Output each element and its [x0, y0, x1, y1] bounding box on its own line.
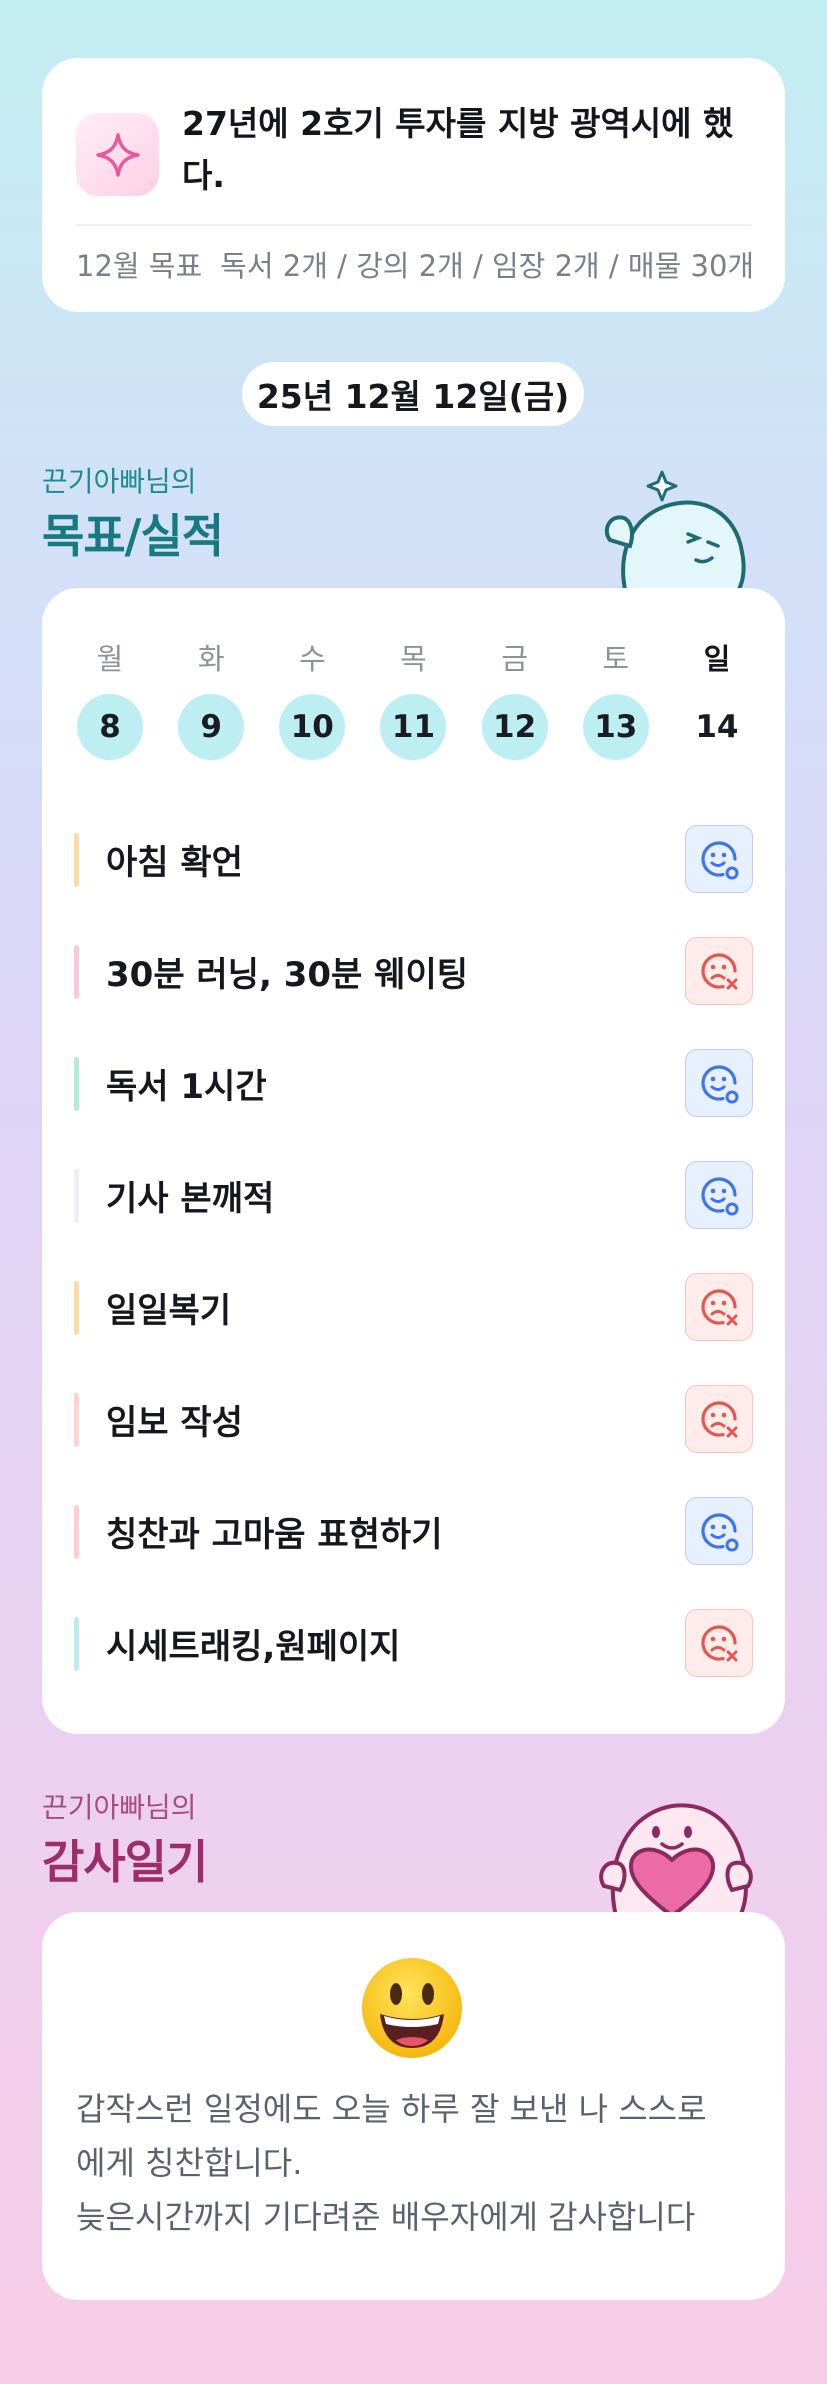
weekday-label: 토 [602, 642, 630, 676]
week-dates: 8 9 10 11 12 13 14 [77, 694, 750, 760]
task-row[interactable]: 임보 작성 [74, 1363, 753, 1475]
task-name: 시세트래킹,원페이지 [106, 1626, 401, 1667]
weekly-results-card: 월 화 수 목 금 토 일 8 9 10 11 12 13 14 아침 확언 30… [42, 588, 785, 1734]
monthly-target-value: 독서 2개 / 강의 2개 / 임장 2개 / 매물 30개 [220, 249, 755, 283]
sparkle-icon [76, 113, 159, 196]
task-row[interactable]: 일일복기 [74, 1251, 753, 1363]
fail-face-icon[interactable] [685, 1273, 753, 1341]
weekday-label: 화 [197, 642, 225, 676]
weekday-label: 일 [703, 642, 731, 676]
gratitude-line: 늦은시간까지 기다려준 배우자에게 감사합니다 [76, 2198, 696, 2236]
task-color-bar [74, 1617, 79, 1671]
date-cell[interactable]: 11 [380, 694, 447, 760]
task-row[interactable]: 기사 본깨적 [74, 1139, 753, 1251]
task-row[interactable]: 독서 1시간 [74, 1027, 753, 1139]
weekday-header: 월 화 수 목 금 토 일 [77, 636, 750, 678]
weekday-label: 목 [400, 642, 427, 676]
results-title: 목표/실적 [42, 509, 224, 563]
task-name: 임보 작성 [106, 1402, 243, 1443]
task-row[interactable]: 아침 확언 [74, 803, 753, 915]
task-color-bar [74, 1169, 79, 1223]
task-color-bar [74, 1281, 79, 1335]
divider [76, 224, 751, 226]
task-row[interactable]: 칭찬과 고마움 표현하기 [74, 1475, 753, 1587]
date-cell[interactable]: 8 [77, 694, 143, 760]
gratitude-line: 갑작스런 일정에도 오늘 하루 잘 보낸 나 스스로 [76, 2090, 707, 2128]
monthly-target-label: 12월 목표 [76, 249, 203, 283]
task-color-bar [74, 833, 79, 887]
task-name: 30분 러닝, 30분 웨이팅 [106, 954, 469, 995]
task-color-bar [74, 1057, 79, 1111]
task-name: 독서 1시간 [106, 1066, 267, 1107]
task-row[interactable]: 30분 러닝, 30분 웨이팅 [74, 915, 753, 1027]
gratitude-title: 감사일기 [42, 1835, 208, 1889]
task-name: 기사 본깨적 [106, 1178, 275, 1219]
date-cell[interactable]: 14 [684, 694, 750, 760]
gratitude-entry: 갑작스런 일정에도 오늘 하루 잘 보낸 나 스스로 에게 칭찬합니다. 늦은시… [76, 2082, 755, 2244]
gratitude-subtitle: 끈기아빠님의 [42, 1791, 197, 1824]
fail-face-icon[interactable] [685, 937, 753, 1005]
task-name: 일일복기 [106, 1290, 232, 1331]
task-color-bar [74, 945, 79, 999]
success-face-icon[interactable] [685, 1497, 753, 1565]
mascot-illustration [604, 470, 746, 594]
task-color-bar [74, 1505, 79, 1559]
weekday-label: 수 [298, 642, 326, 676]
gratitude-line: 에게 칭찬합니다. [76, 2144, 303, 2182]
task-name: 아침 확언 [106, 842, 243, 883]
task-color-bar [74, 1393, 79, 1447]
task-name: 칭찬과 고마움 표현하기 [106, 1514, 443, 1555]
weekday-label: 금 [501, 642, 528, 676]
date-cell[interactable]: 9 [178, 694, 245, 760]
fail-face-icon[interactable] [685, 1609, 753, 1677]
date-cell[interactable]: 12 [481, 694, 548, 760]
success-face-icon[interactable] [685, 1161, 753, 1229]
date-cell[interactable]: 10 [279, 694, 346, 760]
gratitude-card: 갑작스런 일정에도 오늘 하루 잘 보낸 나 스스로 에게 칭찬합니다. 늦은시… [42, 1912, 785, 2300]
fail-face-icon[interactable] [685, 1385, 753, 1453]
mascot-heart-illustration [599, 1803, 753, 1916]
task-row[interactable]: 시세트래킹,원페이지 [74, 1587, 753, 1699]
success-face-icon[interactable] [685, 1049, 753, 1117]
goal-card[interactable]: 27년에 2호기 투자를 지방 광역시에 했다. 12월 목표 독서 2개 / 강… [42, 58, 785, 312]
task-list: 아침 확언 30분 러닝, 30분 웨이팅독서 1시간기사 본깨적일일복기임보 작… [74, 803, 753, 1699]
grinning-face-icon [362, 1958, 462, 2058]
results-subtitle: 끈기아빠님의 [42, 465, 197, 498]
success-face-icon[interactable] [685, 825, 753, 893]
date-pill[interactable]: 25년 12월 12일(금) [242, 362, 584, 426]
weekday-label: 월 [96, 642, 124, 676]
goal-statement: 27년에 2호기 투자를 지방 광역시에 했다. [182, 104, 734, 195]
date-cell[interactable]: 13 [582, 694, 649, 760]
monthly-target: 12월 목표 독서 2개 / 강의 2개 / 임장 2개 / 매물 30개 [76, 243, 765, 285]
